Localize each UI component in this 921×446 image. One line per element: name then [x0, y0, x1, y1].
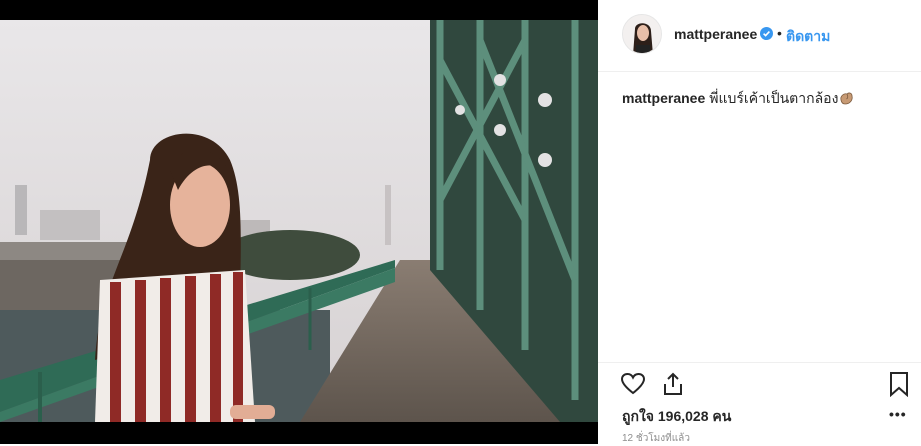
photo-illustration — [0, 20, 598, 422]
bookmark-icon[interactable] — [886, 371, 912, 397]
caption-username-link[interactable]: mattperanee — [622, 90, 705, 106]
share-icon[interactable] — [660, 371, 686, 397]
heart-icon[interactable] — [620, 371, 646, 397]
header-separator: • — [777, 25, 782, 41]
avatar[interactable] — [622, 14, 662, 54]
post-photo[interactable] — [0, 20, 598, 422]
caption-text: พี่แบร์เค้าเป็นตากล้อง — [709, 90, 839, 106]
flexed-biceps-icon — [840, 92, 854, 105]
post-header: mattperanee • ติดตาม — [598, 0, 921, 72]
username-link[interactable]: mattperanee — [674, 26, 757, 42]
post-media-area — [0, 0, 598, 444]
post-caption: mattperanee พี่แบร์เค้าเป็นตากล้อง — [622, 88, 854, 110]
post-actions — [598, 362, 921, 397]
verified-badge-icon — [760, 27, 773, 40]
follow-button[interactable]: ติดตาม — [786, 26, 830, 48]
avatar-image — [623, 15, 661, 53]
post-side-panel: mattperanee • ติดตาม mattperanee พี่แบร์เ… — [598, 0, 921, 444]
likes-count[interactable]: ถูกใจ 196,028 คน — [622, 406, 731, 428]
more-options-icon[interactable]: ••• — [889, 406, 907, 422]
